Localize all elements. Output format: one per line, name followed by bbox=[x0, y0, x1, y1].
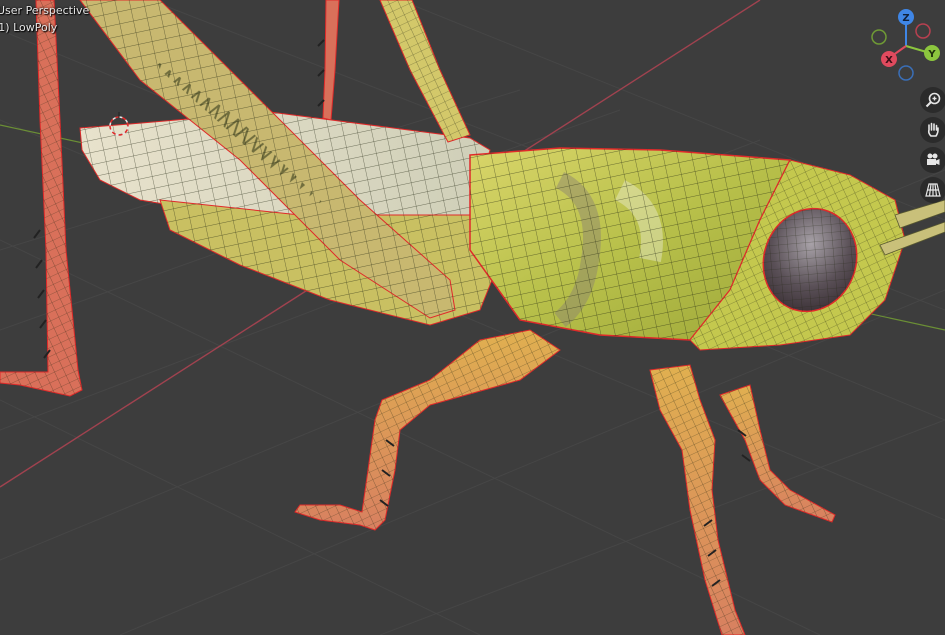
back-left-leg[interactable] bbox=[0, 0, 83, 397]
gizmo-x-axis[interactable]: X bbox=[881, 51, 897, 67]
front-leg-right[interactable] bbox=[719, 384, 836, 523]
gizmo-neg-y[interactable] bbox=[871, 29, 887, 45]
viewport-object-label: (1) LowPoly bbox=[0, 21, 58, 34]
gizmo-z-axis[interactable]: Z bbox=[898, 9, 914, 25]
gizmo-y-axis[interactable]: Y bbox=[924, 45, 940, 61]
camera-icon bbox=[927, 153, 940, 165]
mid-leg[interactable] bbox=[294, 329, 561, 531]
magnifier-plus-icon bbox=[925, 92, 941, 108]
viewport-view-label: User Perspective bbox=[0, 4, 90, 17]
gizmo-z-label: Z bbox=[902, 13, 909, 24]
pan-button[interactable] bbox=[920, 117, 945, 143]
hand-icon bbox=[927, 122, 939, 137]
zoom-button[interactable] bbox=[920, 87, 945, 113]
camera-view-button[interactable] bbox=[920, 147, 945, 173]
3d-viewport[interactable]: User Perspective (1) LowPoly Z Y X bbox=[0, 0, 945, 635]
gizmo-x-label: X bbox=[885, 55, 893, 66]
gizmo-neg-x[interactable] bbox=[915, 23, 931, 39]
viewport-scene[interactable] bbox=[0, 0, 945, 635]
back-right-leg[interactable] bbox=[322, 0, 340, 121]
gizmo-neg-z[interactable] bbox=[898, 65, 914, 81]
navigation-gizmo[interactable]: Z Y X bbox=[868, 6, 944, 82]
projection-toggle-button[interactable] bbox=[920, 177, 945, 203]
gizmo-y-label: Y bbox=[927, 49, 936, 60]
grid-perspective-icon bbox=[925, 183, 941, 197]
